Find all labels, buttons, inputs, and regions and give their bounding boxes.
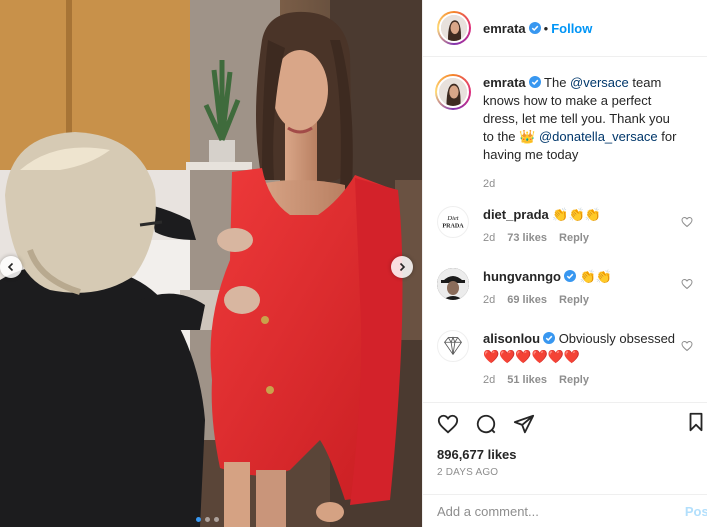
comment-body: 👏👏👏: [552, 207, 601, 222]
comment-item: alisonlou Obviously obsessed ❤️❤️❤️❤️❤️❤…: [437, 330, 695, 386]
caption-meta: 2d: [483, 178, 683, 190]
caption-avatar-image: [437, 76, 469, 108]
comment-text: hungvanngo 👏👏: [483, 268, 683, 286]
comment-like-heart-icon[interactable]: [681, 278, 693, 290]
mention-donatella[interactable]: @donatella_versace: [539, 129, 658, 144]
caption-avatar[interactable]: [435, 74, 471, 110]
comment-username[interactable]: alisonlou: [483, 331, 540, 346]
carousel-indicator: [196, 517, 219, 522]
commenter-avatar[interactable]: Diet PRADA: [437, 206, 469, 238]
action-icons: [437, 411, 695, 437]
chevron-right-icon: [399, 262, 406, 272]
likes-count[interactable]: 896,677 likes: [437, 447, 695, 462]
diamond-logo-icon: [444, 336, 462, 356]
comment-text: alisonlou Obviously obsessed ❤️❤️❤️❤️❤️❤…: [483, 330, 683, 366]
verified-badge-icon: [564, 270, 576, 282]
instagram-post: emrata • Follow emrata The @versace team k…: [0, 0, 707, 527]
comment-like-heart-icon[interactable]: [681, 340, 693, 352]
caption-age: 2d: [483, 178, 496, 190]
comment-body: 👏👏: [579, 269, 612, 284]
commenter-avatar[interactable]: [437, 330, 469, 362]
reply-button[interactable]: Reply: [559, 294, 589, 306]
comment-item: hungvanngo 👏👏 2d 69 likes Reply: [437, 268, 695, 316]
comment-bubble-icon[interactable]: [475, 413, 497, 435]
post-date: 2 DAYS AGO: [437, 467, 499, 478]
carousel-dot-3: [214, 517, 219, 522]
reply-button[interactable]: Reply: [559, 232, 589, 244]
carousel-next-button[interactable]: [391, 256, 413, 278]
chevron-left-icon: [7, 262, 14, 272]
author-username[interactable]: emrata: [483, 21, 526, 36]
comment-likes[interactable]: 69 likes: [507, 294, 547, 306]
comments-list[interactable]: emrata The @versace team knows how to ma…: [423, 58, 707, 402]
comment-age: 2d: [483, 232, 496, 244]
carousel-dot-2: [205, 517, 210, 522]
comment-meta: 2d 73 likes Reply: [483, 232, 683, 244]
crown-emoji: 👑: [519, 129, 536, 144]
header-separator: •: [543, 20, 549, 36]
comment-text: diet_prada 👏👏👏: [483, 206, 683, 224]
mention-versace[interactable]: @versace: [570, 75, 629, 90]
caption-username[interactable]: emrata: [483, 75, 526, 90]
header-user: emrata • Follow: [483, 21, 592, 36]
svg-text:Diet: Diet: [446, 215, 458, 222]
post-comment-button[interactable]: Post: [685, 504, 707, 519]
hat-man-avatar-image: [437, 268, 469, 300]
author-avatar[interactable]: [437, 11, 471, 45]
share-paper-plane-icon[interactable]: [513, 413, 535, 435]
post-sidebar: emrata • Follow emrata The @versace team k…: [422, 0, 707, 527]
carousel-prev-button[interactable]: [0, 256, 22, 278]
comment-item: Diet PRADA diet_prada 👏👏👏 2d 73 likes Re…: [437, 206, 695, 254]
reply-button[interactable]: Reply: [559, 374, 589, 386]
post-actions: 896,677 likes 2 DAYS AGO: [423, 402, 707, 494]
like-heart-icon[interactable]: [437, 413, 459, 435]
post-header: emrata • Follow: [423, 0, 707, 57]
caption-text: emrata The @versace team knows how to ma…: [483, 74, 683, 164]
verified-badge-icon: [528, 76, 541, 88]
add-comment-bar: Post: [423, 494, 707, 527]
comment-age: 2d: [483, 294, 496, 306]
post-photo[interactable]: [0, 0, 422, 527]
caption-text-part: The: [544, 75, 571, 90]
save-bookmark-icon[interactable]: [685, 411, 707, 433]
author-avatar-image: [441, 15, 467, 41]
photo-scene: [0, 0, 422, 527]
svg-text:PRADA: PRADA: [442, 224, 464, 230]
comment-username[interactable]: diet_prada: [483, 207, 549, 222]
comment-like-heart-icon[interactable]: [681, 216, 693, 228]
comment-input[interactable]: [437, 503, 667, 519]
comment-likes[interactable]: 51 likes: [507, 374, 547, 386]
follow-button[interactable]: Follow: [551, 21, 592, 36]
commenter-avatar[interactable]: [437, 268, 469, 300]
comment-likes[interactable]: 73 likes: [507, 232, 547, 244]
verified-badge-icon: [528, 21, 541, 34]
caption: emrata The @versace team knows how to ma…: [435, 74, 695, 190]
comment-meta: 2d 69 likes Reply: [483, 294, 683, 306]
verified-badge-icon: [543, 332, 556, 344]
diet-prada-logo-icon: Diet PRADA: [442, 215, 464, 230]
comment-age: 2d: [483, 374, 496, 386]
comment-meta: 2d 51 likes Reply: [483, 374, 683, 386]
comment-username[interactable]: hungvanngo: [483, 269, 561, 284]
carousel-dot-1: [196, 517, 201, 522]
